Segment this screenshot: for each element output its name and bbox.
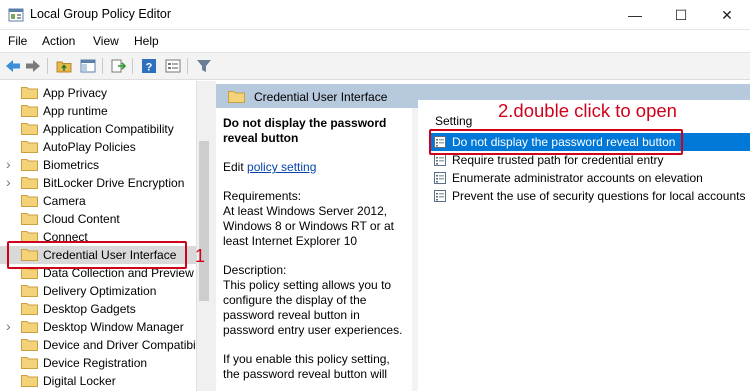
tree-item[interactable]: App Privacy [0, 84, 196, 102]
setting-label: Require trusted path for credential entr… [452, 153, 664, 167]
tree-item-label: Application Compatibility [43, 122, 174, 136]
folder-icon [21, 122, 38, 135]
tree-item-label: Digital Locker [43, 374, 116, 388]
policy-setting-icon [434, 172, 446, 184]
tree-item-label: AutoPlay Policies [43, 140, 136, 154]
menu-bar: File Action View Help [0, 30, 750, 52]
window-title: Local Group Policy Editor [30, 7, 172, 21]
settings-list: Setting 2.double click to open Do not di… [418, 100, 750, 391]
tree-item[interactable]: Desktop Gadgets [0, 300, 196, 318]
menu-action[interactable]: Action [42, 34, 75, 48]
tree-item-label: Biometrics [43, 158, 100, 172]
expand-arrow-icon[interactable]: › [6, 318, 11, 334]
tree-item[interactable]: App runtime [0, 102, 196, 120]
menu-file[interactable]: File [8, 34, 27, 48]
folder-icon [21, 194, 38, 207]
tree-item[interactable]: AutoPlay Policies [0, 138, 196, 156]
maximize-button[interactable]: ☐ [658, 0, 704, 30]
step1-highlight-box [7, 241, 187, 269]
tree-item[interactable]: Device and Driver Compatibi [0, 336, 196, 354]
folder-icon [21, 158, 38, 171]
back-arrow-icon[interactable] [3, 57, 23, 75]
requirements-text: Requirements: At least Windows Server 20… [223, 189, 394, 248]
menu-view[interactable]: View [93, 34, 119, 48]
tree-item-label: Delivery Optimization [43, 284, 157, 298]
edit-prefix: Edit [223, 160, 248, 174]
folder-icon [21, 356, 38, 369]
title-bar: Local Group Policy Editor — ☐ ✕ [0, 0, 750, 30]
filter-icon[interactable] [194, 57, 214, 75]
tree-item[interactable]: Delivery Optimization [0, 282, 196, 300]
tree-item[interactable]: Cloud Content [0, 210, 196, 228]
step1-annotation: 1 [195, 246, 206, 266]
tree-item-label: Camera [43, 194, 86, 208]
folder-icon [21, 284, 38, 297]
folder-icon [21, 374, 38, 387]
folder-icon [228, 90, 245, 103]
expand-arrow-icon[interactable]: › [6, 174, 11, 190]
setting-label: Enumerate administrator accounts on elev… [452, 171, 703, 185]
toolbar-separator [102, 58, 103, 74]
setting-column-header[interactable]: Setting [435, 114, 472, 128]
setting-label: Prevent the use of security questions fo… [452, 189, 746, 203]
setting-row[interactable]: Prevent the use of security questions fo… [431, 187, 750, 205]
toolbar-separator [132, 58, 133, 74]
toolbar-separator [187, 58, 188, 74]
edit-policy-line: Edit policy setting [223, 160, 403, 175]
tree-item-label: App runtime [43, 104, 108, 118]
policy-setting-icon [434, 190, 446, 202]
tree-item[interactable]: Application Compatibility [0, 120, 196, 138]
toolbar-separator [47, 58, 48, 74]
tree-item-label: Device Registration [43, 356, 148, 370]
tree-item-label: Device and Driver Compatibi [43, 338, 196, 352]
tree-item-label: Desktop Gadgets [43, 302, 136, 316]
svg-text:?: ? [146, 62, 153, 74]
minimize-button[interactable]: — [612, 0, 658, 30]
tree-item[interactable]: › Biometrics [0, 156, 196, 174]
folder-icon [21, 212, 38, 225]
help-icon[interactable]: ? [139, 57, 159, 75]
tree-scrollbar-thumb[interactable] [199, 141, 209, 301]
folder-icon [21, 338, 38, 351]
folder-icon [21, 86, 38, 99]
step2-highlight-box [429, 129, 683, 155]
folder-icon [21, 302, 38, 315]
folder-icon [21, 320, 38, 333]
step2-annotation: 2.double click to open [498, 100, 677, 121]
expand-arrow-icon[interactable]: › [6, 156, 11, 172]
tree-item-label: Desktop Window Manager [43, 320, 184, 334]
close-button[interactable]: ✕ [704, 0, 750, 30]
tree-item[interactable]: › BitLocker Drive Encryption [0, 174, 196, 192]
pane-header-title: Credential User Interface [254, 90, 388, 104]
toolbar: ? [0, 52, 750, 80]
description-pane: Do not display the password reveal butto… [216, 108, 412, 391]
description-text: Description: This policy setting allows … [223, 263, 403, 337]
policy-setting-link[interactable]: policy setting [247, 160, 316, 174]
navigation-tree: App Privacy App runtime Application Compat… [0, 81, 210, 391]
tree-item[interactable]: Digital Locker [0, 372, 196, 390]
export-list-icon[interactable] [108, 57, 128, 75]
policy-editor-icon [8, 8, 24, 22]
show-hide-tree-icon[interactable] [78, 57, 98, 75]
tree-item-label: BitLocker Drive Encryption [43, 176, 185, 190]
folder-icon [21, 104, 38, 117]
policy-title: Do not display the password reveal butto… [223, 116, 387, 145]
menu-help[interactable]: Help [134, 34, 159, 48]
tree-item[interactable]: Camera [0, 192, 196, 210]
forward-arrow-icon[interactable] [23, 57, 43, 75]
policy-setting-icon [434, 154, 446, 166]
tree-item[interactable]: › Desktop Window Manager [0, 318, 196, 336]
tree-item-label: Cloud Content [43, 212, 120, 226]
tree-item-label: App Privacy [43, 86, 108, 100]
description-extra-text: If you enable this policy setting, the p… [223, 352, 390, 381]
up-folder-icon[interactable] [54, 57, 74, 75]
properties-icon[interactable] [163, 57, 183, 75]
folder-icon [21, 176, 38, 189]
folder-icon [21, 140, 38, 153]
tree-scrollbar[interactable] [196, 81, 210, 391]
tree-item[interactable]: Device Registration [0, 354, 196, 372]
setting-row[interactable]: Enumerate administrator accounts on elev… [431, 169, 750, 187]
